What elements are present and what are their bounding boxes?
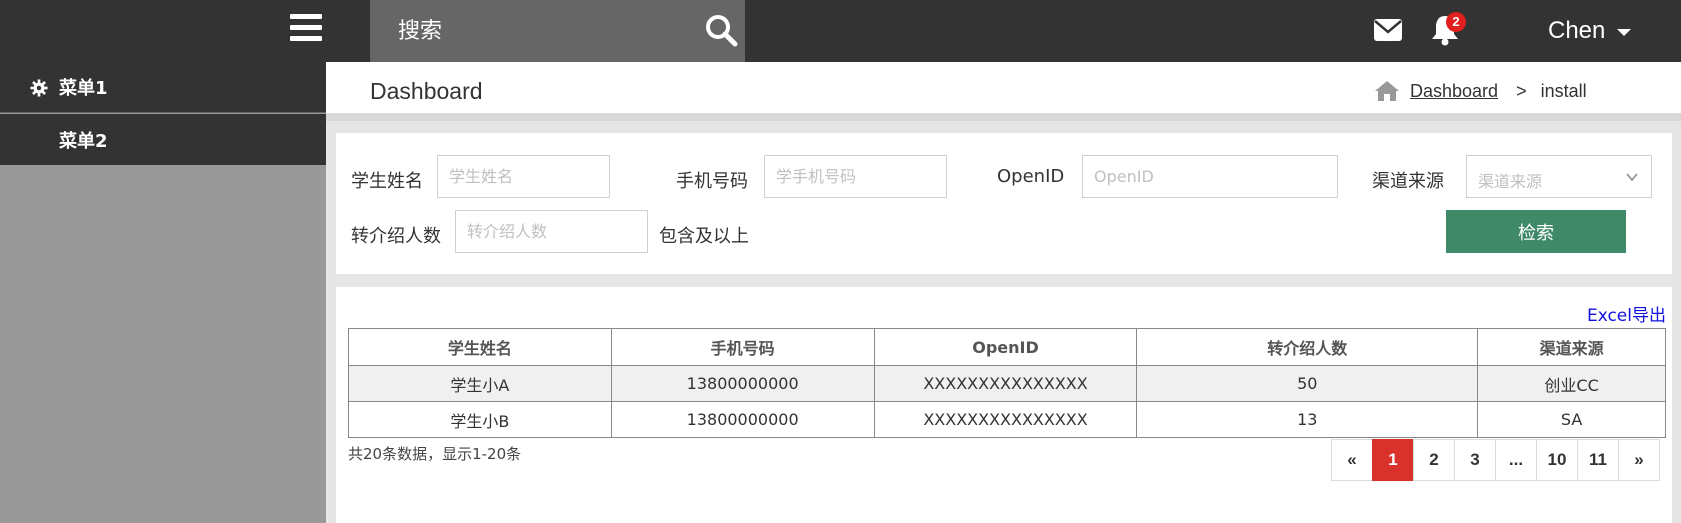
menu-toggle-icon[interactable] bbox=[290, 14, 326, 46]
search-box bbox=[370, 0, 745, 62]
results-panel: Excel导出 学生姓名 手机号码 OpenID 转介绍人数 渠道来源 学生小A… bbox=[336, 287, 1672, 523]
table-cell: XXXXXXXXXXXXXXX bbox=[873, 401, 1138, 438]
mail-icon[interactable] bbox=[1373, 17, 1403, 43]
column-header: 转介绍人数 bbox=[1136, 328, 1479, 366]
column-header: 手机号码 bbox=[610, 328, 875, 366]
table-row: 学生小B 13800000000 XXXXXXXXXXXXXXX 13 SA bbox=[348, 401, 1666, 438]
table-cell: 学生小A bbox=[348, 365, 612, 402]
table-cell: XXXXXXXXXXXXXXX bbox=[873, 365, 1138, 402]
pagination-ellipsis: ... bbox=[1495, 439, 1537, 481]
column-header: 渠道来源 bbox=[1477, 328, 1666, 366]
student-name-input[interactable] bbox=[437, 155, 610, 198]
sidebar-item-label: 菜单2 bbox=[59, 130, 108, 152]
page-title: Dashboard bbox=[370, 78, 483, 104]
pagination-page-10[interactable]: 10 bbox=[1536, 439, 1578, 481]
sidebar: 菜单1 菜单2 bbox=[0, 62, 326, 523]
breadcrumb-separator: > bbox=[1516, 80, 1527, 101]
openid-label: OpenID bbox=[997, 166, 1065, 187]
breadcrumb-current: install bbox=[1540, 80, 1587, 101]
student-name-label: 学生姓名 bbox=[351, 171, 423, 192]
pagination-page-2[interactable]: 2 bbox=[1413, 439, 1455, 481]
notification-badge: 2 bbox=[1446, 12, 1466, 32]
channel-label: 渠道来源 bbox=[1372, 171, 1444, 192]
pagination-next[interactable]: » bbox=[1618, 439, 1660, 481]
user-menu[interactable]: Chen bbox=[1548, 16, 1632, 46]
pagination-prev[interactable]: « bbox=[1331, 439, 1373, 481]
channel-select-value: 渠道来源 bbox=[1478, 172, 1543, 191]
phone-input[interactable] bbox=[764, 155, 947, 198]
gear-icon bbox=[30, 79, 48, 97]
results-summary: 共20条数据，显示1-20条 bbox=[348, 445, 522, 463]
search-icon[interactable] bbox=[703, 12, 739, 48]
notifications-button[interactable]: 2 bbox=[1430, 12, 1470, 48]
referrals-label: 转介绍人数 bbox=[351, 226, 441, 247]
table-row: 学生小A 13800000000 XXXXXXXXXXXXXXX 50 创业CC bbox=[348, 365, 1666, 402]
sidebar-item-menu1[interactable]: 菜单1 bbox=[0, 62, 326, 113]
filter-panel: 学生姓名 手机号码 OpenID 渠道来源 渠道来源 转介绍人数 包含及以上 检… bbox=[336, 133, 1672, 274]
user-name: Chen bbox=[1548, 17, 1606, 44]
openid-input[interactable] bbox=[1082, 155, 1338, 198]
page-header: Dashboard Dashboard > install bbox=[326, 62, 1681, 121]
table-cell: SA bbox=[1477, 401, 1666, 438]
column-header: 学生姓名 bbox=[348, 328, 612, 366]
table-cell: 13800000000 bbox=[610, 401, 875, 438]
column-header: OpenID bbox=[873, 328, 1138, 366]
breadcrumb-dashboard-link[interactable]: Dashboard bbox=[1410, 81, 1498, 102]
pagination-page-1[interactable]: 1 bbox=[1372, 439, 1414, 481]
table-header-row: 学生姓名 手机号码 OpenID 转介绍人数 渠道来源 bbox=[348, 328, 1666, 366]
sidebar-item-label: 菜单1 bbox=[59, 78, 108, 99]
sidebar-item-menu2[interactable]: 菜单2 bbox=[0, 114, 326, 165]
excel-export-link[interactable]: Excel导出 bbox=[1587, 301, 1666, 326]
table-cell: 13 bbox=[1136, 401, 1479, 438]
pagination-page-3[interactable]: 3 bbox=[1454, 439, 1496, 481]
results-table: 学生姓名 手机号码 OpenID 转介绍人数 渠道来源 学生小A 1380000… bbox=[348, 328, 1666, 438]
table-cell: 学生小B bbox=[348, 401, 612, 438]
chevron-down-icon bbox=[1626, 173, 1638, 182]
caret-down-icon bbox=[1617, 29, 1632, 36]
referrals-input[interactable] bbox=[455, 210, 648, 253]
table-cell: 创业CC bbox=[1477, 365, 1666, 402]
pagination-page-11[interactable]: 11 bbox=[1577, 439, 1619, 481]
search-button[interactable]: 检索 bbox=[1446, 210, 1626, 253]
search-input[interactable] bbox=[370, 0, 690, 62]
table-cell: 13800000000 bbox=[610, 365, 875, 402]
home-icon bbox=[1375, 81, 1399, 101]
channel-select[interactable]: 渠道来源 bbox=[1466, 155, 1652, 198]
top-navbar: 2 Chen bbox=[0, 0, 1681, 62]
pagination: « 1 2 3 ... 10 11 » bbox=[1331, 439, 1660, 481]
phone-label: 手机号码 bbox=[676, 171, 748, 192]
breadcrumb: Dashboard > install bbox=[1374, 80, 1587, 102]
table-cell: 50 bbox=[1136, 365, 1479, 402]
referrals-suffix: 包含及以上 bbox=[659, 226, 749, 247]
